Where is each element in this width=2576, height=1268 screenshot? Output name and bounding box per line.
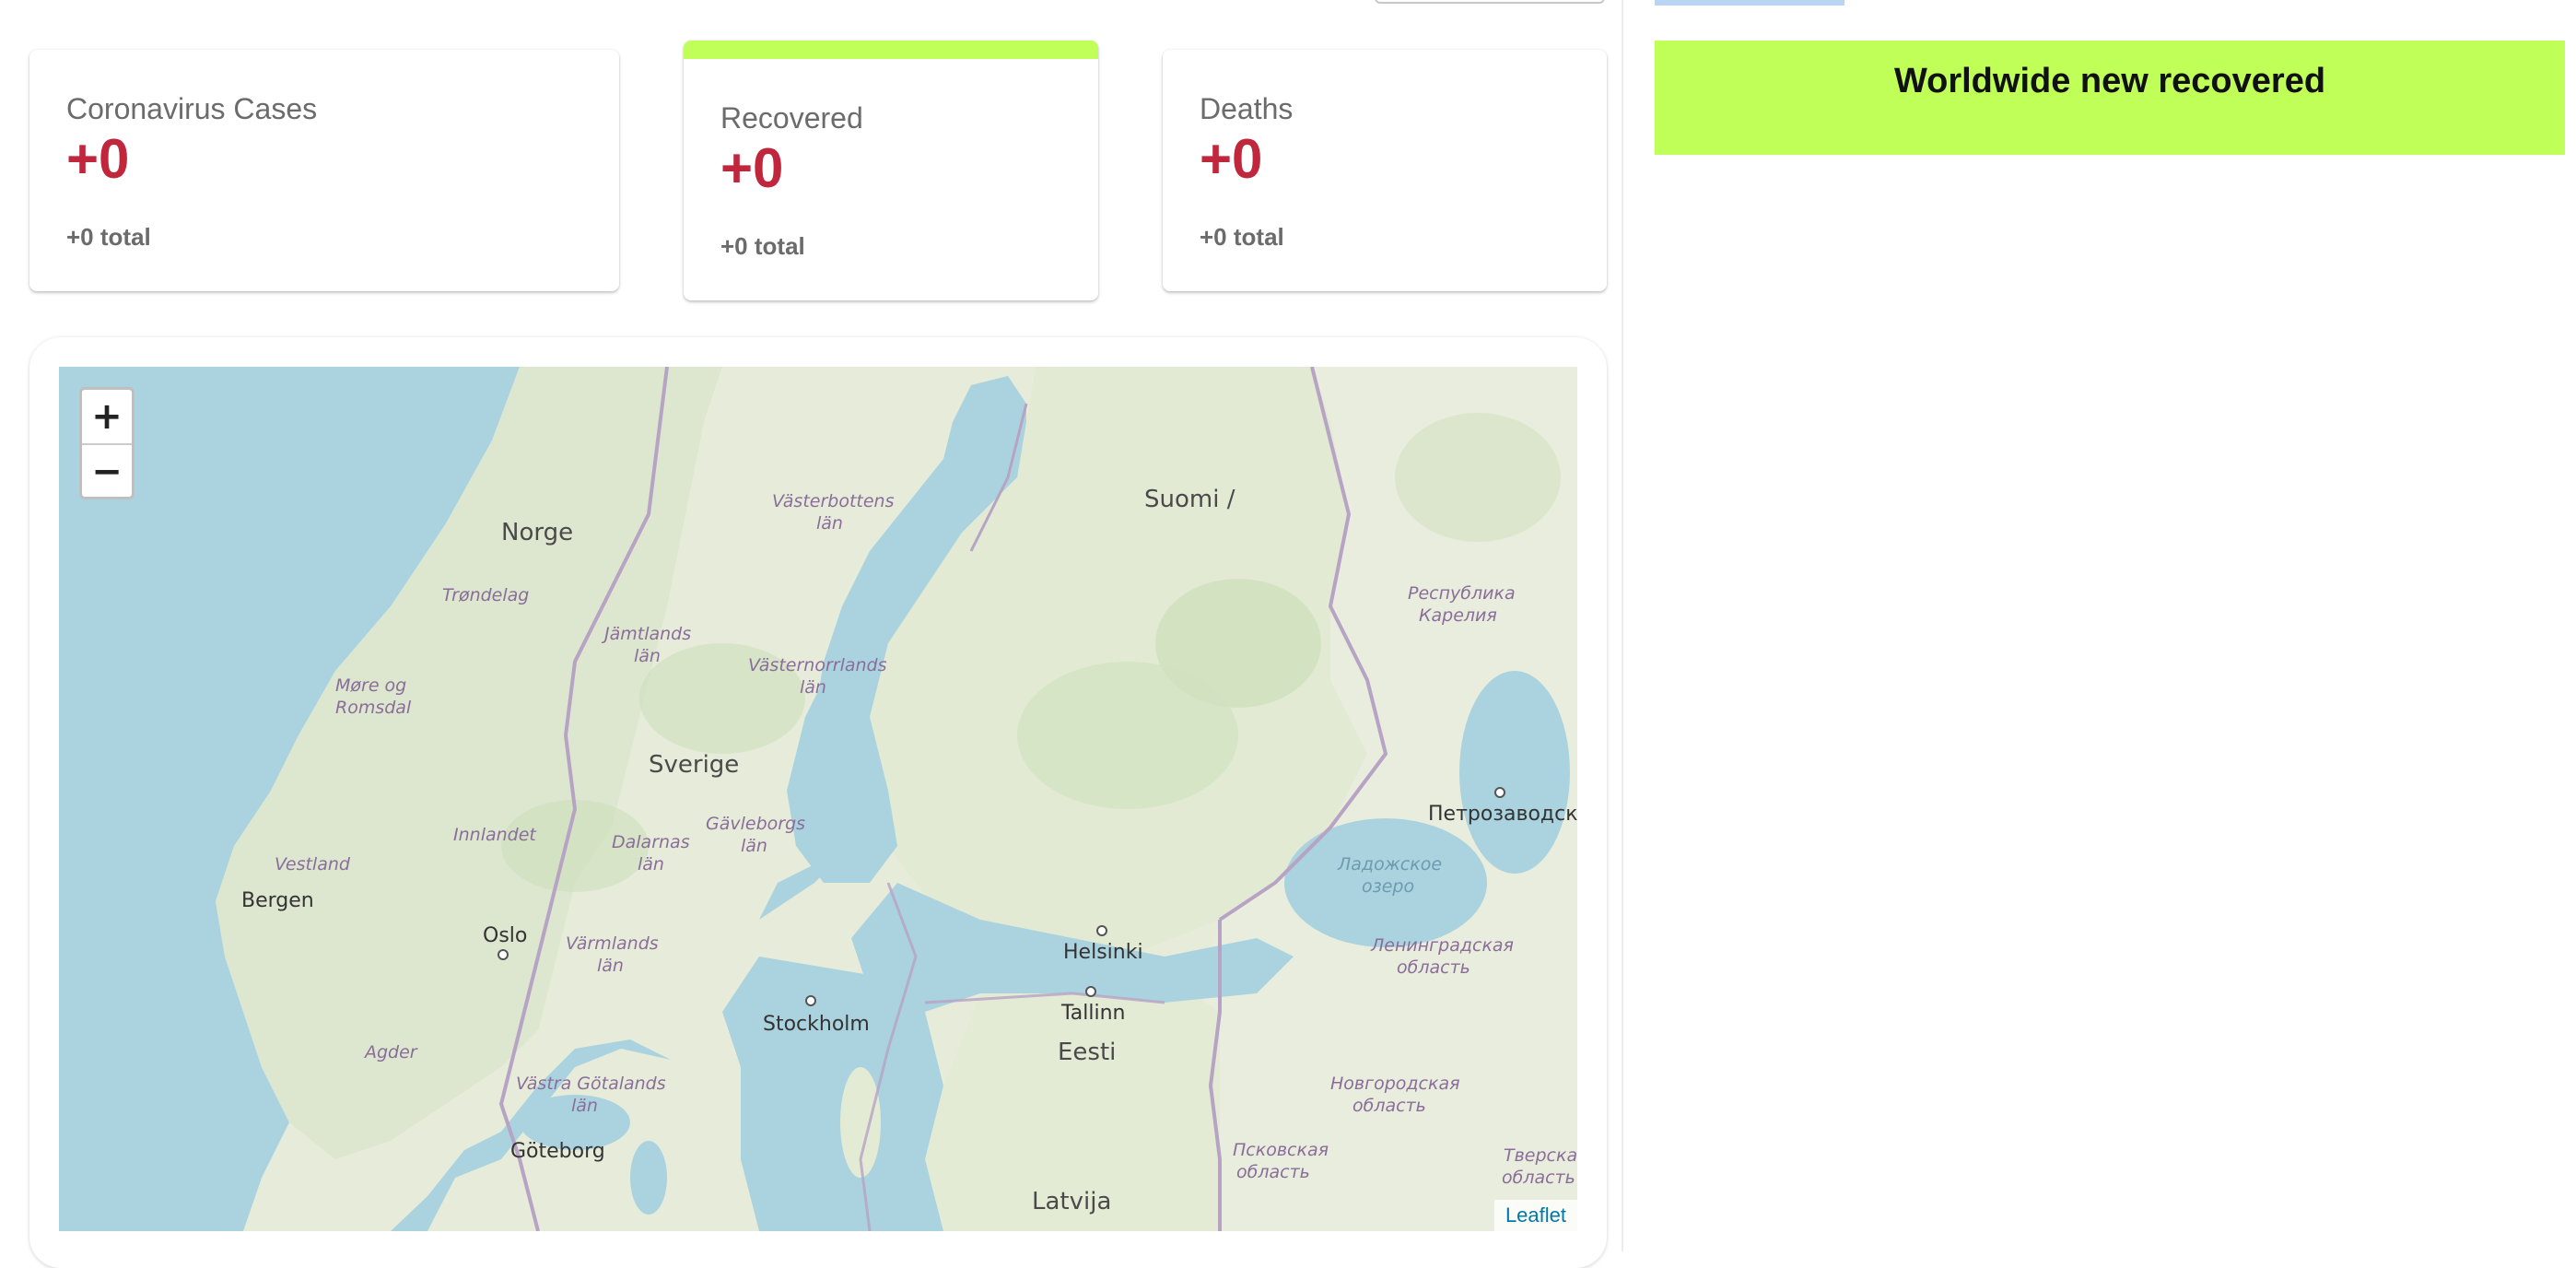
- label-varmland2: län: [597, 956, 624, 976]
- cases-new: +0: [66, 128, 130, 190]
- label-leningrad1: Ленинградская: [1370, 935, 1514, 956]
- label-gavleborg1: Gävleborgs: [706, 814, 805, 834]
- label-more1: Møre og: [335, 675, 406, 696]
- map-tiles[interactable]: Norge Sverige Suomi / Eesti Latvija Berg…: [59, 367, 1577, 1231]
- recovered-total: +0 total: [720, 232, 805, 260]
- city-dot-tallinn: [1085, 986, 1096, 997]
- lake-onega: [1459, 671, 1570, 874]
- label-trondelag: Trøndelag: [442, 585, 529, 605]
- deaths-new: +0: [1200, 128, 1263, 190]
- cases-total: +0 total: [66, 223, 151, 251]
- recovered-card-accent-bar: [684, 41, 1098, 59]
- zoom-out-button[interactable]: −: [82, 445, 132, 497]
- label-tallinn: Tallinn: [1060, 1002, 1126, 1025]
- label-vasterbotten2: län: [816, 513, 843, 534]
- forest-patch: [1395, 413, 1561, 542]
- label-pskov2: область: [1236, 1162, 1310, 1182]
- recovered-new: +0: [720, 137, 784, 199]
- label-jamtland1: Jämtlands: [601, 624, 691, 644]
- worldwide-panel-title: Worldwide new recovered: [1893, 61, 2326, 100]
- label-vestland: Vestland: [275, 854, 351, 875]
- cases-card[interactable]: Coronavirus Cases +0 +0 total: [29, 50, 619, 291]
- label-more2: Romsdal: [335, 698, 412, 718]
- label-suomi: Suomi /: [1144, 486, 1235, 513]
- zoom-in-button[interactable]: +: [82, 390, 132, 445]
- label-pskov1: Псковская: [1233, 1140, 1329, 1160]
- label-helsinki: Helsinki: [1063, 941, 1143, 964]
- cases-title: Coronavirus Cases: [66, 92, 318, 125]
- zoom-control: + −: [79, 387, 135, 499]
- label-varmland1: Värmlands: [566, 933, 659, 954]
- label-vasternorr1: Västernorrlands: [748, 655, 887, 675]
- label-karelia1: Республика: [1408, 583, 1516, 604]
- recovered-title: Recovered: [720, 101, 863, 135]
- label-sverige: Sverige: [649, 751, 739, 779]
- label-tver1: Тверская: [1504, 1145, 1577, 1166]
- label-tver2: область: [1502, 1168, 1575, 1188]
- city-dot-stockholm: [805, 995, 816, 1006]
- label-dalarna1: Dalarnas: [612, 832, 690, 852]
- city-dot-oslo: [498, 949, 509, 960]
- label-dalarna2: län: [638, 854, 664, 875]
- label-karelia2: Карелия: [1419, 605, 1497, 626]
- dashboard-left: Coronavirus Cases +0 +0 total Recovered …: [0, 0, 1622, 1268]
- label-ladoga2: озеро: [1362, 876, 1414, 897]
- leaflet-attribution-link[interactable]: Leaflet: [1493, 1200, 1577, 1231]
- panel-top-highlight: [1655, 0, 1844, 6]
- panel-divider: [1622, 0, 1623, 1251]
- label-stockholm: Stockholm: [763, 1013, 870, 1036]
- label-eesti: Eesti: [1058, 1039, 1116, 1066]
- deaths-title: Deaths: [1200, 92, 1294, 125]
- deaths-card[interactable]: Deaths +0 +0 total: [1163, 50, 1607, 291]
- recovered-card[interactable]: Recovered +0 +0 total: [684, 41, 1098, 300]
- label-ladoga1: Ладожское: [1337, 854, 1442, 875]
- label-vasternorr2: län: [800, 677, 826, 698]
- label-leningrad2: область: [1397, 957, 1470, 978]
- label-innlandet: Innlandet: [453, 825, 537, 845]
- deaths-total: +0 total: [1200, 223, 1284, 251]
- label-goteborg: Göteborg: [510, 1140, 605, 1163]
- label-vasterbotten1: Västerbottens: [772, 491, 895, 511]
- forest-patch: [1017, 662, 1238, 809]
- label-latvija: Latvija: [1032, 1188, 1111, 1215]
- label-norge: Norge: [501, 519, 573, 546]
- label-gavleborg2: län: [741, 836, 767, 856]
- label-vastra2: län: [571, 1096, 598, 1116]
- label-agder: Agder: [363, 1042, 418, 1063]
- label-bergen: Bergen: [241, 889, 314, 912]
- label-jamtland2: län: [634, 646, 661, 666]
- map-view[interactable]: Norge Sverige Suomi / Eesti Latvija Berg…: [59, 367, 1577, 1231]
- label-vastra1: Västra Götalands: [516, 1074, 666, 1094]
- city-dot-petrozavodsk: [1494, 787, 1505, 798]
- city-dot-helsinki: [1096, 925, 1107, 936]
- label-novgorod2: область: [1352, 1096, 1426, 1116]
- worldwide-panel-header: Worldwide new recovered: [1655, 41, 2565, 155]
- label-novgorod1: Новгородская: [1330, 1074, 1460, 1094]
- lake-vattern: [630, 1141, 667, 1215]
- label-petrozavodsk: Петрозаводск: [1428, 803, 1577, 826]
- top-select-box[interactable]: [1375, 0, 1605, 4]
- label-oslo: Oslo: [483, 924, 527, 947]
